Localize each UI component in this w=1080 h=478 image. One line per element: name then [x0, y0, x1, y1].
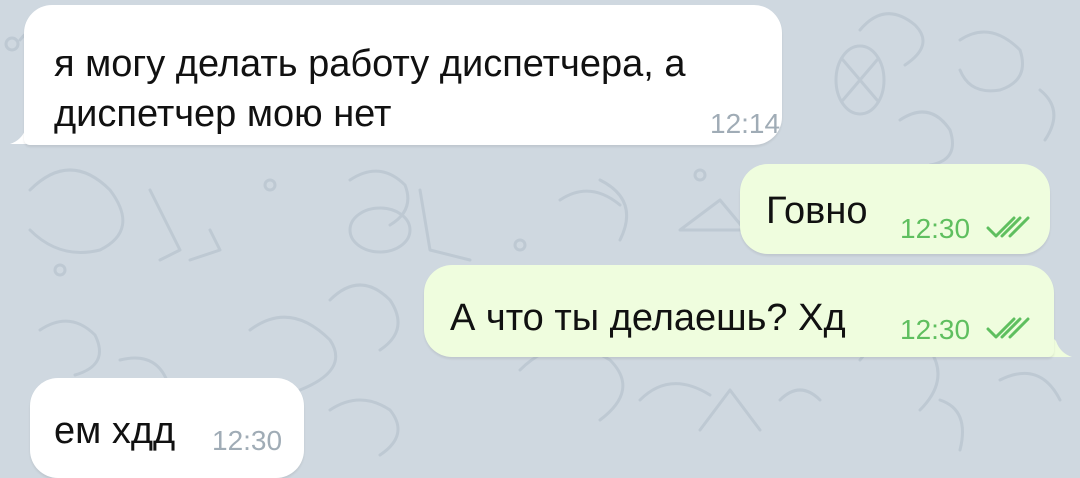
message-incoming[interactable]: я могу делать работу диспетчера, а диспе… — [24, 5, 782, 145]
double-check-icon — [986, 317, 1030, 339]
message-time: 12:14 — [710, 108, 781, 139]
message-outgoing[interactable]: Говно 12:30 — [740, 164, 1050, 254]
message-text: ем хдд — [54, 410, 176, 452]
message-time: 12:30 — [212, 425, 283, 456]
double-check-icon — [986, 216, 1030, 238]
message-time: 12:30 — [900, 213, 971, 244]
message-text: Говно — [766, 190, 868, 232]
message-time: 12:30 — [900, 314, 971, 345]
message-incoming[interactable]: ем хдд 12:30 — [30, 378, 304, 478]
message-text: А что ты делаешь? Хд — [450, 297, 846, 339]
message-outgoing[interactable]: А что ты делаешь? Хд 12:30 — [424, 265, 1054, 357]
message-text: я могу делать работу диспетчера, а диспе… — [54, 43, 686, 135]
